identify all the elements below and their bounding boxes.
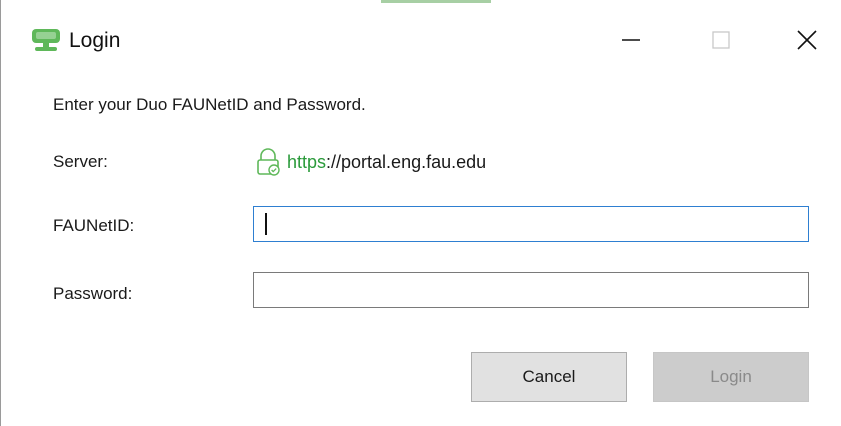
- login-button[interactable]: Login: [653, 352, 809, 402]
- server-url-host: ://portal.eng.fau.edu: [326, 152, 487, 172]
- faunetid-label: FAUNetID:: [53, 216, 135, 235]
- window-title: Login: [69, 29, 121, 52]
- text-caret: [265, 213, 267, 235]
- minimize-icon: [622, 39, 640, 41]
- monitor-icon: [32, 29, 60, 51]
- cancel-button[interactable]: Cancel: [471, 352, 627, 402]
- login-prompt: Enter your Duo FAUNetID and Password.: [53, 95, 366, 114]
- maximize-icon: [712, 31, 730, 49]
- minimize-button[interactable]: [601, 18, 661, 62]
- maximize-button[interactable]: [691, 18, 751, 62]
- login-dialog: Login Enter your Duo FAUNetID and Passwo…: [0, 0, 841, 426]
- server-url-scheme: https: [287, 152, 327, 172]
- server-label: Server:: [53, 152, 108, 171]
- password-label: Password:: [53, 284, 133, 303]
- password-input[interactable]: [253, 272, 809, 308]
- secure-lock-icon: [257, 148, 280, 176]
- close-button[interactable]: [777, 18, 837, 62]
- server-url: https://portal.eng.fau.edu: [253, 147, 486, 177]
- close-icon: [797, 30, 817, 50]
- title-bar[interactable]: Login: [1, 0, 841, 78]
- faunetid-input[interactable]: [253, 206, 809, 242]
